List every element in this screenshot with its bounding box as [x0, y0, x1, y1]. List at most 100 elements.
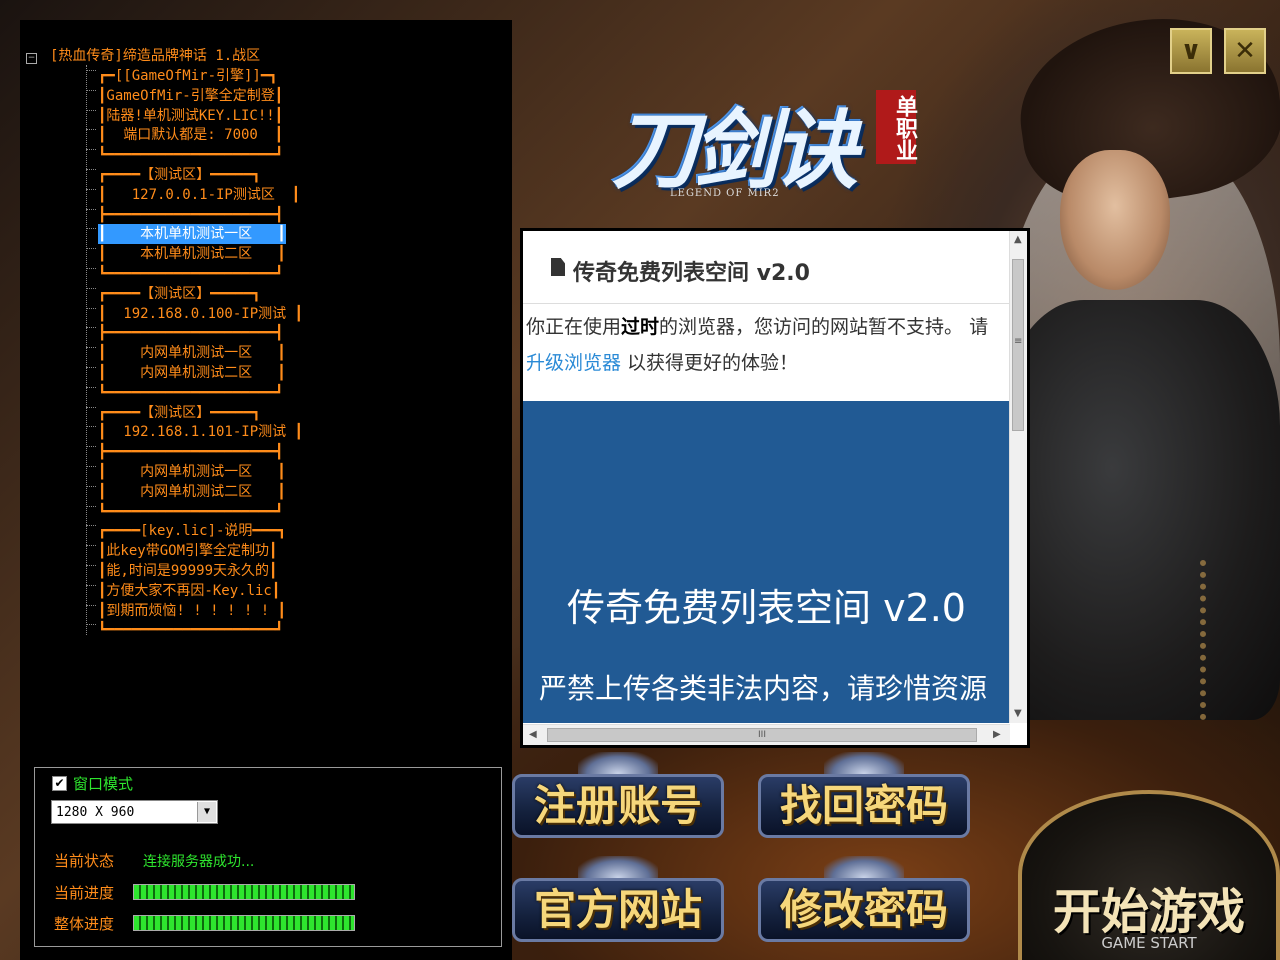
hero-banner: 传奇免费列表空间 v2.0 严禁上传各类非法内容，请珍惜资源 [523, 401, 1010, 723]
tree-connector-tick [86, 347, 96, 349]
server-tree-item[interactable]: ┗━━━━━━━━━━━━━━━━━━━━┛ [98, 145, 283, 165]
tree-connector-tick [86, 604, 96, 606]
change-password-button[interactable]: 修改密码 [758, 856, 970, 944]
official-website-button[interactable]: 官方网站 [512, 856, 724, 944]
minimize-icon: ∨ [1180, 36, 1202, 66]
msg-mid: 的浏览器，您访问的网站暂不支持。 请 [659, 316, 989, 338]
tree-connector-tick [86, 70, 96, 71]
server-tree-item[interactable]: ┃此key带GOM引擎全定制功┃ [98, 541, 277, 561]
server-tree-item[interactable]: ┃ 端口默认都是: 7000 ┃ [98, 125, 283, 145]
server-tree-item[interactable]: ┃陆器!单机测试KEY.LIC!!┃ [98, 106, 283, 126]
minimize-button[interactable]: ∨ [1170, 28, 1212, 74]
vertical-scroll-thumb[interactable]: ≡ [1012, 259, 1024, 431]
tree-connector-tick [86, 307, 96, 309]
chain-art [1200, 560, 1266, 720]
tree-connector-tick [86, 406, 96, 408]
scroll-right-icon[interactable]: ▶ [993, 728, 1001, 742]
tree-connector-tick [86, 466, 96, 467]
server-tree-item[interactable]: ┗━━━━━━━━━━━━━━━━━━━━┛ [98, 264, 283, 284]
scroll-up-icon[interactable]: ▲ [1014, 233, 1022, 247]
hero-title: 传奇免费列表空间 v2.0 [566, 586, 966, 630]
register-button[interactable]: 注册账号 [512, 752, 724, 840]
tree-connector-tick [86, 505, 96, 507]
resolution-value: 1280 X 960 [56, 805, 135, 820]
change-password-label: 修改密码 [779, 885, 948, 934]
current-progress-fill [134, 885, 354, 899]
resolution-select[interactable]: 1280 X 960 ▼ [51, 800, 218, 824]
tree-connector-tick [86, 386, 96, 388]
server-tree-item[interactable]: ┣━━━━━━━━━━━━━━━━━━━━┫ [98, 323, 283, 343]
tree-connector-tick [86, 485, 96, 487]
total-label: 整体进度 [54, 915, 115, 933]
msg-post: 以获得更好的体验！ [621, 352, 799, 374]
horizontal-scrollbar[interactable]: ◀ III ▶ [523, 724, 1010, 745]
recover-password-label: 找回密码 [779, 781, 948, 830]
server-tree-item[interactable]: ┗━━━━━━━━━━━━━━━━━━━━┛ [98, 383, 283, 403]
tree-connector-tick [86, 327, 96, 329]
total-progress-fill [134, 916, 354, 930]
server-tree-item[interactable]: ┃ 127.0.0.1-IP测试区 ┃ [98, 185, 300, 205]
tree-connector-tick [86, 149, 96, 151]
register-label: 注册账号 [533, 781, 702, 830]
server-tree-item[interactable]: ┏━━━━[key.lic]-说明━━━┓ [98, 521, 286, 541]
tree-connector-tick [86, 367, 96, 368]
server-tree-item[interactable]: ┃ 本机单机测试一区 ┃ [98, 224, 286, 245]
server-tree-item[interactable]: ┏━━━━【测试区】━━━━━┓ [98, 403, 261, 423]
server-tree-item[interactable]: ┏━━━━【测试区】━━━━━┓ [98, 165, 261, 185]
collapse-icon[interactable]: − [26, 53, 37, 64]
tree-connector-tick [86, 129, 96, 131]
close-button[interactable]: ✕ [1224, 28, 1266, 74]
tree-root-item[interactable]: [热血传奇]缔造品牌神话 1.战区 [50, 46, 260, 66]
start-game-button[interactable]: 开始游戏 GAME START [1018, 790, 1280, 960]
server-tree-item[interactable]: ┃方便大家不再因-Key.lic┃ [98, 581, 280, 601]
scroll-down-icon[interactable]: ▼ [1014, 707, 1022, 721]
server-tree-item[interactable]: ┗━━━━━━━━━━━━━━━━━━━━┛ [98, 620, 283, 640]
chevron-down-icon[interactable]: ▼ [197, 802, 216, 822]
vertical-scrollbar[interactable]: ▲ ≡ ▼ [1009, 231, 1027, 723]
server-tree-item[interactable]: ┃ 内网单机测试一区 ┃ [98, 343, 286, 363]
server-tree-item[interactable]: ┃到期而烦恼! ! ! ! ! ! ┃ [98, 601, 286, 621]
server-tree-item[interactable]: ┏━━━━【测试区】━━━━━┓ [98, 284, 261, 304]
tree-connector-tick [86, 525, 96, 527]
game-logo: 刀剑诀 单职业 LEGEND OF MIR2 [612, 80, 942, 230]
window-mode-checkbox[interactable]: ✔ [52, 776, 67, 791]
browser-page-title: 传奇免费列表空间 v2.0 [573, 261, 810, 286]
upgrade-browser-link[interactable]: 升级浏览器 [526, 352, 621, 374]
server-tree-item[interactable]: ┃ 192.168.1.101-IP测试 ┃ [98, 422, 303, 442]
browser-viewport: 传奇免费列表空间 v2.0 你正在使用过时的浏览器，您访问的网站暂不支持。 请 … [523, 231, 1010, 723]
current-progress-bar [133, 884, 355, 900]
server-tree-item[interactable]: ┣━━━━━━━━━━━━━━━━━━━━┫ [98, 442, 283, 462]
tree-connector-tick [86, 446, 96, 448]
window-mode-label: 窗口模式 [73, 775, 134, 793]
msg-bold: 过时 [621, 316, 660, 338]
server-tree-item[interactable]: ┃ 内网单机测试一区 ┃ [98, 462, 286, 482]
tree-connector-tick [86, 287, 96, 289]
tree-connector-tick [86, 89, 96, 91]
status-label: 当前状态 [54, 852, 115, 870]
progress-label: 当前进度 [54, 884, 115, 902]
warrior-face-art [1060, 150, 1170, 290]
options-panel: ✔ 窗口模式 1280 X 960 ▼ 当前状态 连接服务器成功... 当前进度… [34, 767, 502, 947]
total-progress-bar [133, 915, 355, 931]
recover-password-button[interactable]: 找回密码 [758, 752, 970, 840]
logo-seal: 单职业 [876, 90, 917, 164]
logo-title: 刀剑诀 [612, 100, 858, 201]
server-tree-item[interactable]: ┃ 本机单机测试二区 ┃ [98, 244, 286, 264]
tree-connector-tick [86, 426, 96, 428]
server-tree-item[interactable]: ┗━━━━━━━━━━━━━━━━━━━━┛ [98, 502, 283, 522]
tree-connector-tick [86, 624, 96, 626]
tree-connector-tick [86, 248, 96, 250]
scroll-left-icon[interactable]: ◀ [529, 728, 537, 742]
status-value: 连接服务器成功... [143, 854, 255, 870]
server-tree-item[interactable]: ┃ 内网单机测试二区 ┃ [98, 482, 286, 502]
tree-connector-line [86, 65, 88, 635]
server-tree-item[interactable]: ┃ 内网单机测试二区 ┃ [98, 363, 286, 383]
server-tree-item[interactable]: ┏━[[GameOfMir-引擎]]━┓ [98, 66, 278, 86]
horizontal-scroll-thumb[interactable]: III [547, 728, 977, 742]
server-tree-item[interactable]: ┃ 192.168.0.100-IP测试 ┃ [98, 304, 303, 324]
server-tree-item[interactable]: ┃GameOfMir-引擎全定制登┃ [98, 86, 283, 106]
news-browser[interactable]: 传奇免费列表空间 v2.0 你正在使用过时的浏览器，您访问的网站暂不支持。 请 … [520, 228, 1030, 748]
server-tree-item[interactable]: ┃能,时间是99999天永久的┃ [98, 561, 277, 581]
server-tree-item[interactable]: ┣━━━━━━━━━━━━━━━━━━━━┫ [98, 205, 283, 225]
outdated-browser-message: 你正在使用过时的浏览器，您访问的网站暂不支持。 请 升级浏览器 以获得更好的体验… [526, 309, 1006, 381]
